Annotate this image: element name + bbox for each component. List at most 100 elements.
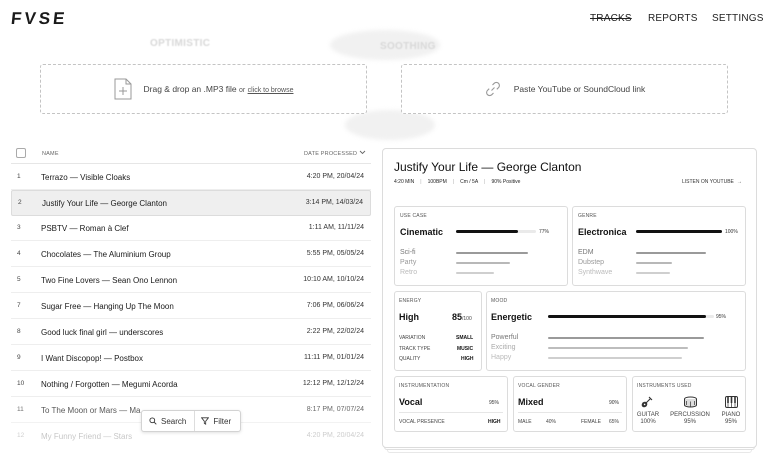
energy-variation-key: VARIATION bbox=[399, 335, 426, 341]
piano-icon bbox=[725, 396, 738, 408]
mood-sub-1-bar bbox=[548, 337, 704, 339]
mood-sub-2-bar bbox=[548, 347, 688, 349]
search-label: Search bbox=[161, 416, 187, 426]
mood-bar-fill bbox=[548, 315, 706, 318]
background-label-soothing: SOOTHING bbox=[380, 41, 436, 52]
table-row[interactable]: 9 I Want Discopop! — Postbox 11:11 PM, 01/… bbox=[11, 346, 371, 371]
meta-duration: 4:20 MIN bbox=[394, 179, 415, 185]
genre-top: Electronica bbox=[578, 227, 627, 237]
table-row[interactable]: 3 PSBTV — Roman à Clef 1:11 AM, 11/11/24 bbox=[11, 216, 371, 241]
table-row-selected[interactable]: 2 Justify Your Life — George Clanton 3:14 … bbox=[11, 190, 371, 216]
track-name: To The Moon or Mars — Ma bbox=[41, 406, 141, 415]
row-number: 2 bbox=[18, 199, 22, 206]
mood-sub-2: Exciting bbox=[491, 344, 516, 351]
energy-score: 85/100 bbox=[452, 312, 472, 322]
track-date: 4:20 PM, 20/04/24 bbox=[306, 432, 364, 439]
table-row[interactable]: 4 Chocolates — The Aluminium Group 5:55 PM… bbox=[11, 242, 371, 267]
vocal-gender-value: Mixed bbox=[518, 397, 544, 407]
track-name: Sugar Free — Hanging Up The Moon bbox=[41, 302, 174, 311]
search-button[interactable]: Search bbox=[142, 411, 196, 431]
energy-quality-value: HIGH bbox=[461, 356, 474, 362]
row-number: 10 bbox=[17, 380, 25, 387]
genre-bar-fill bbox=[636, 230, 722, 233]
genre-sub-1-bar bbox=[636, 252, 706, 254]
select-all-checkbox[interactable] bbox=[16, 148, 26, 158]
listen-label: LISTEN ON YOUTUBE bbox=[682, 179, 734, 185]
table-row[interactable]: 5 Two Fine Lovers — Sean Ono Lennon 10:10 … bbox=[11, 268, 371, 293]
energy-label: ENERGY bbox=[399, 298, 422, 304]
instrument-pct: 95% bbox=[724, 419, 737, 425]
table-row[interactable]: 7 Sugar Free — Hanging Up The Moon 7:06 PM… bbox=[11, 294, 371, 319]
track-date: 2:22 PM, 22/02/24 bbox=[306, 328, 364, 335]
track-name: Good luck final girl — underscores bbox=[41, 328, 164, 337]
column-header-date[interactable]: DATE PROCESSED bbox=[304, 151, 357, 157]
track-date: 7:06 PM, 06/06/24 bbox=[306, 302, 364, 309]
track-date: 5:55 PM, 05/05/24 bbox=[306, 250, 364, 257]
track-date: 3:14 PM, 14/03/24 bbox=[305, 199, 363, 206]
nav-reports[interactable]: REPORTS bbox=[648, 13, 698, 24]
brand-logo[interactable]: FVSE bbox=[10, 9, 68, 29]
mood-bar-track bbox=[548, 315, 714, 318]
mood-top: Energetic bbox=[491, 312, 533, 322]
instrumentation-value: Vocal bbox=[399, 397, 423, 407]
track-name: I Want Discopop! — Postbox bbox=[41, 354, 143, 363]
row-number: 5 bbox=[17, 276, 21, 283]
mood-sub-1: Powerful bbox=[491, 334, 519, 341]
track-name: Nothing / Forgotten — Megumi Acorda bbox=[41, 380, 178, 389]
instrumentation-label: INSTRUMENTATION bbox=[399, 383, 450, 389]
use-case-sub-1: Sci-fi bbox=[400, 249, 416, 256]
energy-score-value: 85 bbox=[452, 312, 463, 322]
genre-sub-3-bar bbox=[636, 272, 670, 274]
row-number: 11 bbox=[17, 406, 24, 413]
row-number: 1 bbox=[17, 173, 21, 180]
mood-sub-3: Happy bbox=[491, 354, 512, 361]
filter-button[interactable]: Filter bbox=[195, 417, 237, 426]
track-name: Justify Your Life — George Clanton bbox=[42, 199, 167, 208]
energy-score-max: /100 bbox=[462, 316, 472, 322]
use-case-bar-track bbox=[456, 230, 536, 233]
energy-type-value: MUSIC bbox=[457, 346, 474, 352]
meta-bpm: 100BPM bbox=[427, 179, 447, 185]
vocal-gender-label: VOCAL GENDER bbox=[518, 383, 560, 389]
track-name: PSBTV — Roman à Clef bbox=[41, 224, 129, 233]
table-row[interactable]: 10 Nothing / Forgotten — Megumi Acorda 12:… bbox=[11, 372, 371, 397]
row-number: 4 bbox=[17, 250, 21, 257]
filter-label: Filter bbox=[213, 416, 232, 426]
mood-card bbox=[486, 291, 746, 371]
meta-key: Cm / 5A bbox=[460, 179, 479, 185]
energy-type-key: TRACK TYPE bbox=[399, 346, 431, 352]
drum-icon bbox=[684, 396, 697, 408]
browse-link[interactable]: click to browse bbox=[248, 87, 294, 94]
meta-sentiment: 90% Positive bbox=[491, 179, 521, 185]
mood-pct: 95% bbox=[716, 314, 727, 320]
dropzone-or: or bbox=[238, 87, 246, 94]
chevron-down-icon[interactable] bbox=[359, 150, 366, 155]
row-number: 7 bbox=[17, 302, 21, 309]
link-dropzone[interactable]: Paste YouTube or SoundCloud link bbox=[401, 64, 728, 114]
male-label: MALE bbox=[518, 419, 532, 425]
search-icon bbox=[149, 417, 157, 425]
row-number: 8 bbox=[17, 328, 21, 335]
column-header-name[interactable]: NAME bbox=[42, 151, 59, 157]
track-date: 11:11 PM, 01/01/24 bbox=[303, 354, 364, 361]
nav-settings[interactable]: SETTINGS bbox=[712, 13, 764, 24]
instrument-name: PIANO bbox=[721, 412, 741, 418]
arrow-right-icon: → bbox=[736, 179, 742, 185]
mp3-dropzone[interactable]: Drag & drop an .MP3 file or click to bro… bbox=[40, 64, 367, 114]
track-name: Two Fine Lovers — Sean Ono Lennon bbox=[41, 276, 178, 285]
use-case-sub-3: Retro bbox=[400, 269, 418, 276]
instruments-label: INSTRUMENTS USED bbox=[637, 383, 692, 389]
instrument-name: PERCUSSION bbox=[670, 412, 710, 418]
nav-tracks[interactable]: TRACKS bbox=[590, 13, 632, 24]
male-pct: 40% bbox=[546, 419, 557, 425]
filter-icon bbox=[201, 417, 210, 425]
listen-youtube-link[interactable]: LISTEN ON YOUTUBE → bbox=[682, 179, 742, 185]
track-date: 10:10 AM, 10/10/24 bbox=[303, 276, 364, 283]
vocal-gender-pct: 90% bbox=[609, 400, 620, 406]
female-label: FEMALE bbox=[581, 419, 602, 425]
energy-variation-value: SMALL bbox=[456, 335, 474, 341]
paste-link-label: Paste YouTube or SoundCloud link bbox=[513, 84, 646, 94]
table-row[interactable]: 8 Good luck final girl — underscores 2:22 … bbox=[11, 320, 371, 345]
table-row[interactable]: 1 Terrazo — Visible Cloaks 4:20 PM, 20/04/… bbox=[11, 165, 371, 190]
use-case-sub-1-bar bbox=[456, 252, 528, 254]
